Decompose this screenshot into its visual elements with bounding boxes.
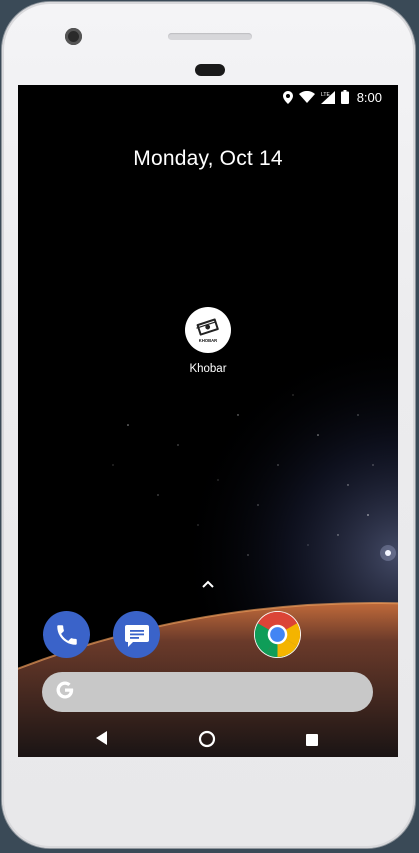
svg-text:KHOBAR: KHOBAR [199, 338, 217, 343]
front-camera [65, 28, 82, 45]
google-search-bar[interactable] [42, 672, 373, 712]
battery-icon [340, 90, 349, 104]
svg-text:LTE: LTE [321, 92, 330, 98]
khobar-app-icon[interactable]: KHOBAR [185, 307, 231, 353]
location-icon [282, 90, 293, 104]
status-time: 8:00 [356, 89, 382, 105]
navigation-bar [18, 721, 398, 757]
wifi-icon [298, 91, 315, 103]
chrome-app-icon[interactable] [254, 611, 301, 658]
home-screen: LTE 8:00 Monday, Oct 14 KHOBAR Khobar [18, 85, 398, 757]
recents-button[interactable] [306, 733, 318, 751]
google-g-icon [54, 679, 76, 706]
phone-app-icon[interactable] [43, 611, 90, 658]
status-bar: LTE 8:00 [18, 85, 398, 109]
earpiece-speaker [168, 33, 252, 40]
messages-app-icon[interactable] [113, 611, 160, 658]
signal-icon: LTE [320, 90, 335, 104]
home-button[interactable] [198, 730, 216, 753]
back-button[interactable] [96, 731, 108, 750]
app-label-khobar: Khobar [189, 363, 227, 375]
proximity-sensor [195, 64, 225, 76]
app-khobar[interactable]: KHOBAR Khobar [178, 307, 238, 375]
date-widget[interactable]: Monday, Oct 14 [18, 147, 398, 171]
app-drawer-chevron-icon[interactable] [197, 577, 219, 591]
